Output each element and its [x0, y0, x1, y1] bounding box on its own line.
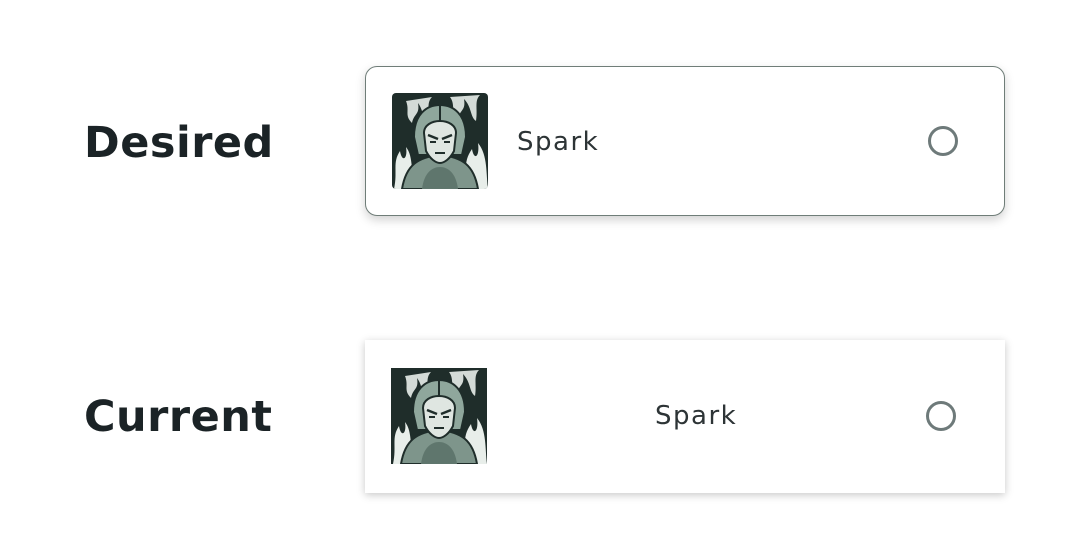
current-label: Current	[84, 392, 273, 442]
hero-portrait-icon	[392, 93, 488, 189]
option-name: Spark	[517, 127, 600, 157]
option-name: Spark	[655, 401, 738, 431]
radio-button[interactable]	[928, 126, 958, 156]
desired-option-card[interactable]: Spark	[365, 66, 1005, 216]
current-option-card[interactable]: Spark	[365, 340, 1005, 493]
desired-label: Desired	[84, 118, 274, 168]
radio-button[interactable]	[926, 401, 956, 431]
hero-portrait-icon	[391, 368, 487, 464]
